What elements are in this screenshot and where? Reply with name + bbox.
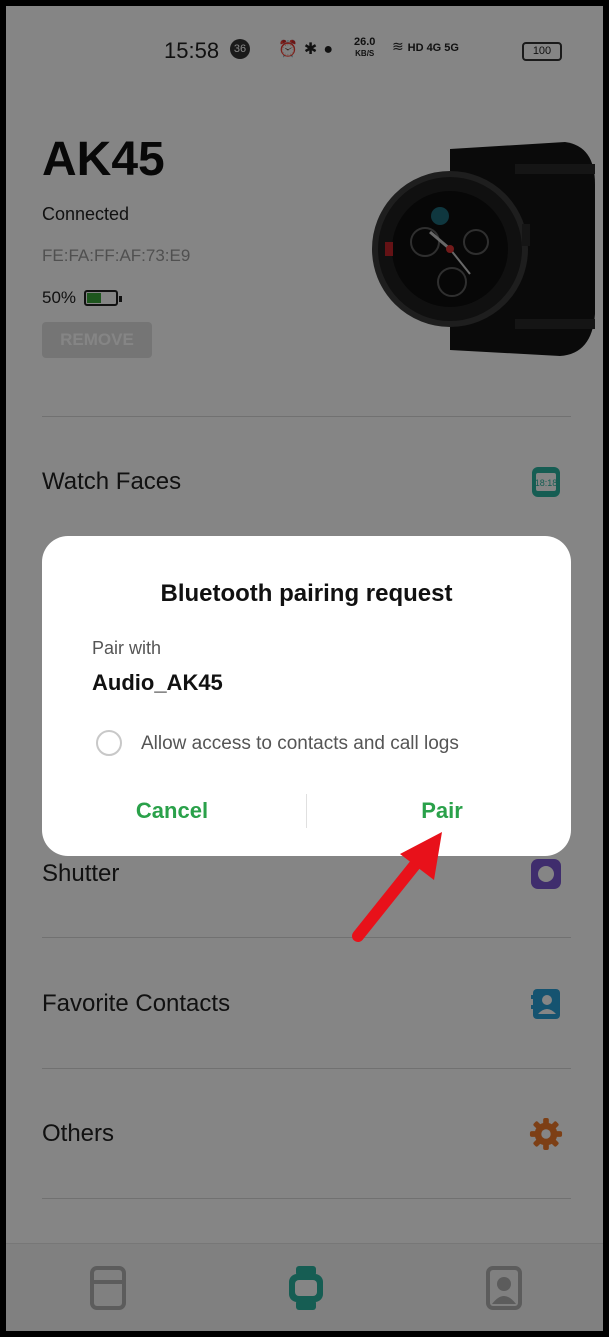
dialog-title: Bluetooth pairing request	[160, 580, 453, 607]
phone-screen-frame: 15:58 36 ⏰✱● 26.0 KB/S ≋ HD 4G 5G 100 AK…	[6, 6, 603, 1331]
pair-with-label: Pair with	[92, 638, 162, 658]
pair-button[interactable]: Pair	[372, 798, 512, 824]
contacts-access-checkbox[interactable]	[96, 730, 122, 756]
app-screen: 15:58 36 ⏰✱● 26.0 KB/S ≋ HD 4G 5G 100 AK…	[6, 6, 603, 1331]
bluetooth-pairing-dialog: Bluetooth pairing request Pair with Audi…	[42, 536, 571, 856]
cancel-button[interactable]: Cancel	[102, 798, 242, 824]
button-separator	[306, 794, 307, 828]
annotation-arrow-icon	[352, 832, 442, 942]
contacts-access-label[interactable]: Allow access to contacts and call logs	[141, 733, 459, 755]
pairing-device-name: Audio_AK45	[92, 670, 223, 695]
